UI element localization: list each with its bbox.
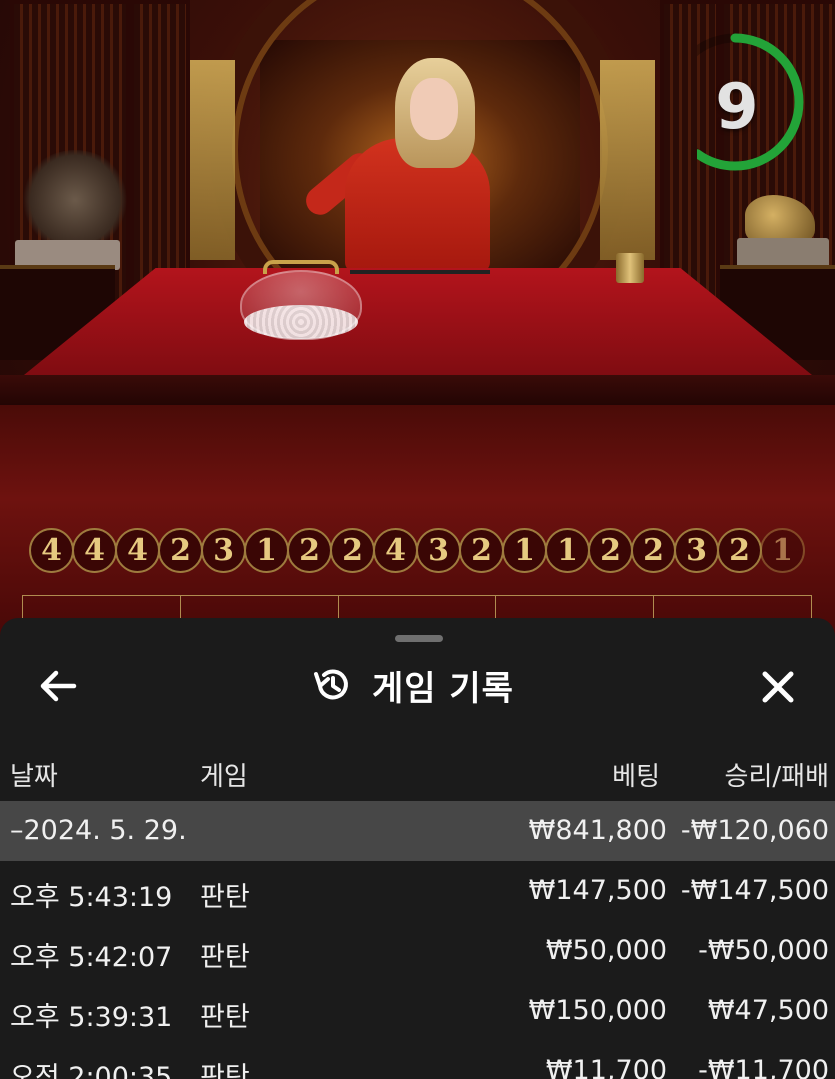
summary-result: -₩120,060 bbox=[680, 815, 829, 846]
row-time: 오후 5:42:07 bbox=[10, 942, 173, 973]
road-result-circle: 4 bbox=[72, 528, 117, 573]
history-icon bbox=[314, 669, 348, 700]
date-summary-row[interactable]: –2024. 5. 29. ₩841,800 -₩120,060 bbox=[0, 801, 835, 861]
dealer-stick bbox=[350, 270, 490, 274]
table-row[interactable]: 오후 5:42:07 판탄 ₩50,000 -₩50,000 bbox=[0, 921, 835, 981]
row-bet: ₩147,500 bbox=[528, 875, 667, 906]
summary-bet: ₩841,800 bbox=[528, 815, 667, 846]
row-result: -₩50,000 bbox=[698, 935, 829, 966]
road-result-circle: 4 bbox=[29, 528, 74, 573]
sheet-title: 게임 기록 bbox=[312, 663, 514, 709]
summary-date: –2024. 5. 29. bbox=[10, 815, 187, 846]
arrow-left-icon bbox=[40, 670, 77, 702]
row-time: 오전 2:00:35 bbox=[10, 1062, 173, 1079]
dome-handle bbox=[263, 260, 339, 274]
table-row[interactable]: 오후 5:39:31 판탄 ₩150,000 ₩47,500 bbox=[0, 981, 835, 1041]
road-result-circle: 3 bbox=[416, 528, 461, 573]
road-result-circle: 2 bbox=[287, 528, 332, 573]
header-game: 게임 bbox=[200, 762, 248, 792]
road-result-circle: 1 bbox=[545, 528, 590, 573]
table-row[interactable]: 오전 2:00:35 판탄 ₩11,700 -₩11,700 bbox=[0, 1041, 835, 1079]
back-button[interactable] bbox=[36, 666, 80, 706]
game-history-sheet: 게임 기록 날짜 게임 베팅 승리/패배 –2024. 5. 29. ₩841,… bbox=[0, 618, 835, 1079]
results-roadmap: 444231224321122321 bbox=[29, 528, 805, 574]
close-icon bbox=[762, 671, 794, 703]
road-result-circle: 2 bbox=[631, 528, 676, 573]
row-game: 판탄 bbox=[200, 942, 250, 973]
header-result: 승리/패배 bbox=[724, 762, 829, 792]
history-table: –2024. 5. 29. ₩841,800 -₩120,060 오후 5:43… bbox=[0, 801, 835, 1079]
road-result-circle: 1 bbox=[502, 528, 547, 573]
road-result-circle: 2 bbox=[717, 528, 762, 573]
row-bet: ₩11,700 bbox=[545, 1055, 667, 1079]
row-game: 판탄 bbox=[200, 1002, 250, 1033]
dealer-face bbox=[410, 78, 458, 140]
statue-base bbox=[737, 238, 829, 268]
road-result-circle: 4 bbox=[115, 528, 160, 573]
brass-cup bbox=[616, 253, 644, 283]
road-result-circle: 2 bbox=[459, 528, 504, 573]
row-bet: ₩50,000 bbox=[545, 935, 667, 966]
row-result: -₩147,500 bbox=[680, 875, 829, 906]
header-date: 날짜 bbox=[10, 762, 58, 792]
timer-value: 9 bbox=[715, 70, 759, 143]
sheet-grab-handle[interactable] bbox=[395, 635, 443, 642]
road-result-circle: 4 bbox=[373, 528, 418, 573]
row-result: -₩11,700 bbox=[698, 1055, 829, 1079]
decor-panel bbox=[600, 60, 655, 260]
countdown-timer: 9 bbox=[697, 30, 805, 173]
sheet-title-text: 게임 기록 bbox=[372, 668, 514, 709]
glass-dome bbox=[240, 270, 362, 340]
live-video-stream: 9 444231224321122321 bbox=[0, 0, 835, 640]
header-bet: 베팅 bbox=[612, 762, 660, 792]
row-game: 판탄 bbox=[200, 882, 250, 913]
road-result-circle: 2 bbox=[158, 528, 203, 573]
road-result-circle: 2 bbox=[330, 528, 375, 573]
road-result-circle: 1 bbox=[244, 528, 289, 573]
road-result-circle: 2 bbox=[588, 528, 633, 573]
road-result-circle: 1 bbox=[760, 528, 805, 573]
road-result-circle: 3 bbox=[674, 528, 719, 573]
row-bet: ₩150,000 bbox=[528, 995, 667, 1026]
bonsai-plant bbox=[20, 150, 130, 250]
close-button[interactable] bbox=[755, 664, 801, 710]
table-row[interactable]: 오후 5:43:19 판탄 ₩147,500 -₩147,500 bbox=[0, 861, 835, 921]
table-header: 날짜 게임 베팅 승리/패배 bbox=[0, 756, 835, 792]
row-time: 오후 5:43:19 bbox=[10, 882, 173, 913]
row-result: ₩47,500 bbox=[707, 995, 829, 1026]
row-game: 판탄 bbox=[200, 1062, 250, 1079]
road-result-circle: 3 bbox=[201, 528, 246, 573]
row-time: 오후 5:39:31 bbox=[10, 1002, 173, 1033]
